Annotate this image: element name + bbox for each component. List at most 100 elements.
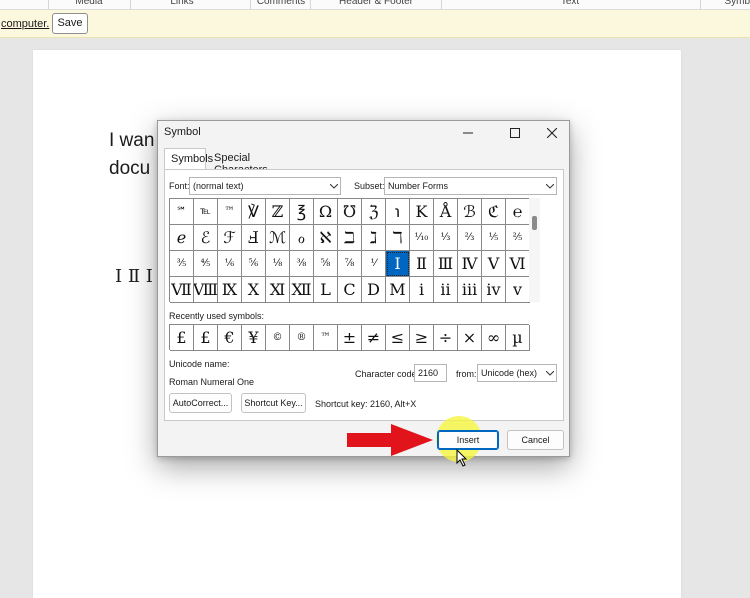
symbol-cell[interactable]: ℸ: [386, 225, 410, 251]
symbol-cell[interactable]: Ⅶ: [170, 277, 194, 303]
ribbon-group-symbols[interactable]: Symb: [720, 0, 750, 8]
autocorrect-button[interactable]: AutoCorrect...: [169, 393, 232, 413]
shortcut-key-button[interactable]: Shortcut Key...: [241, 393, 306, 413]
symbol-cell[interactable]: ⅟: [362, 251, 386, 277]
symbol-cell[interactable]: Ⅺ: [266, 277, 290, 303]
ribbon-group-comments[interactable]: Comments: [252, 0, 310, 8]
symbol-cell[interactable]: ⅙: [218, 251, 242, 277]
recent-symbol-cell[interactable]: µ: [506, 325, 530, 351]
symbol-cell[interactable]: ⅓: [434, 225, 458, 251]
minimize-button[interactable]: [451, 123, 485, 143]
cancel-button[interactable]: Cancel: [507, 430, 564, 450]
symbol-cell[interactable]: Ⅎ: [242, 225, 266, 251]
symbol-cell[interactable]: Ⅿ: [386, 277, 410, 303]
recent-symbol-cell[interactable]: ∞: [482, 325, 506, 351]
ribbon-separator: [48, 0, 49, 10]
symbol-cell[interactable]: ℨ: [362, 199, 386, 225]
ribbon-group-media[interactable]: Media: [60, 0, 118, 8]
recent-symbol-cell[interactable]: ™: [314, 325, 338, 351]
insert-button[interactable]: Insert: [437, 430, 499, 450]
from-dropdown[interactable]: Unicode (hex): [477, 364, 557, 382]
symbol-cell[interactable]: ℥: [290, 199, 314, 225]
symbol-cell[interactable]: ⅔: [458, 225, 482, 251]
close-button[interactable]: [535, 123, 569, 143]
symbol-cell[interactable]: ℷ: [362, 225, 386, 251]
symbol-cell[interactable]: Ⅹ: [242, 277, 266, 303]
symbol-cell[interactable]: Ⅸ: [218, 277, 242, 303]
symbol-cell[interactable]: Ⅴ: [482, 251, 506, 277]
symbol-cell[interactable]: ℱ: [218, 225, 242, 251]
recent-symbol-cell[interactable]: ×: [458, 325, 482, 351]
recent-symbol-cell[interactable]: ≥: [410, 325, 434, 351]
save-button[interactable]: Save: [52, 13, 88, 34]
symbol-cell[interactable]: ℡: [194, 199, 218, 225]
recent-symbol-cell[interactable]: ±: [338, 325, 362, 351]
symbol-cell[interactable]: ⅒: [410, 225, 434, 251]
font-dropdown[interactable]: (normal text): [189, 177, 341, 195]
symbol-cell[interactable]: ⅕: [482, 225, 506, 251]
recent-symbol-cell[interactable]: ≤: [386, 325, 410, 351]
symbol-cell[interactable]: ⅖: [506, 225, 530, 251]
ribbon-group-header-footer[interactable]: Header & Footer: [312, 0, 440, 8]
recent-symbol-cell[interactable]: ©: [266, 325, 290, 351]
symbol-cell[interactable]: Å: [434, 199, 458, 225]
recent-symbol-cell[interactable]: £: [170, 325, 194, 351]
symbol-cell[interactable]: ℬ: [458, 199, 482, 225]
symbol-cell[interactable]: ⅴ: [506, 277, 530, 303]
symbol-cell[interactable]: ⅗: [170, 251, 194, 277]
recent-symbol-cell[interactable]: €: [218, 325, 242, 351]
symbol-cell[interactable]: ⅚: [242, 251, 266, 277]
symbol-cell[interactable]: ⅜: [290, 251, 314, 277]
font-value: (normal text): [193, 181, 244, 191]
symbol-cell[interactable]: ⅝: [314, 251, 338, 277]
symbol-cell[interactable]: ⅘: [194, 251, 218, 277]
symbol-cell[interactable]: ⅛: [266, 251, 290, 277]
symbol-cell[interactable]: ⅳ: [482, 277, 506, 303]
character-code-input[interactable]: 2160: [414, 364, 447, 382]
symbol-cell[interactable]: Ⅱ: [410, 251, 434, 277]
symbol-cell[interactable]: Ⅻ: [290, 277, 314, 303]
infobar-link[interactable]: computer.: [1, 18, 49, 30]
symbol-grid-scrollbar[interactable]: [529, 198, 540, 302]
symbol-cell[interactable]: ℧: [338, 199, 362, 225]
symbol-cell[interactable]: ℣: [242, 199, 266, 225]
symbol-cell[interactable]: ℵ: [314, 225, 338, 251]
symbol-cell[interactable]: ℮: [506, 199, 530, 225]
symbol-cell[interactable]: ™: [218, 199, 242, 225]
symbol-cell[interactable]: Ⅰ: [386, 251, 410, 277]
symbol-cell[interactable]: ⅱ: [434, 277, 458, 303]
symbol-cell[interactable]: ℶ: [338, 225, 362, 251]
symbol-cell[interactable]: Ⅲ: [434, 251, 458, 277]
symbol-cell[interactable]: ℯ: [170, 225, 194, 251]
symbol-cell[interactable]: Ⅽ: [338, 277, 362, 303]
symbol-cell[interactable]: ⅞: [338, 251, 362, 277]
tab-symbols[interactable]: Symbols: [164, 148, 213, 170]
symbol-cell[interactable]: Ⅳ: [458, 251, 482, 277]
symbol-cell[interactable]: Ⅷ: [194, 277, 218, 303]
symbol-cell[interactable]: ℭ: [482, 199, 506, 225]
scrollbar-thumb[interactable]: [532, 216, 537, 230]
symbol-cell[interactable]: Ⅵ: [506, 251, 530, 277]
recent-symbol-cell[interactable]: ®: [290, 325, 314, 351]
symbol-cell[interactable]: ℤ: [266, 199, 290, 225]
tab-special-characters[interactable]: Special Characters: [208, 148, 288, 176]
symbol-cell[interactable]: ℰ: [194, 225, 218, 251]
recent-symbol-cell[interactable]: ¥: [242, 325, 266, 351]
maximize-button[interactable]: [498, 123, 532, 143]
recent-symbol-cell[interactable]: ≠: [362, 325, 386, 351]
symbol-cell[interactable]: ℠: [170, 199, 194, 225]
symbol-cell[interactable]: ⅲ: [458, 277, 482, 303]
symbol-cell[interactable]: ℴ: [290, 225, 314, 251]
subset-dropdown[interactable]: Number Forms: [384, 177, 557, 195]
ribbon-group-text[interactable]: Text: [540, 0, 600, 8]
symbol-cell[interactable]: Ⅼ: [314, 277, 338, 303]
symbol-cell[interactable]: ℩: [386, 199, 410, 225]
symbol-cell[interactable]: K: [410, 199, 434, 225]
recent-symbol-cell[interactable]: ÷: [434, 325, 458, 351]
symbol-cell[interactable]: Ω: [314, 199, 338, 225]
recent-symbol-cell[interactable]: £: [194, 325, 218, 351]
symbol-cell[interactable]: Ⅾ: [362, 277, 386, 303]
ribbon-group-links[interactable]: Links: [155, 0, 209, 8]
symbol-cell[interactable]: ℳ: [266, 225, 290, 251]
symbol-cell[interactable]: ⅰ: [410, 277, 434, 303]
